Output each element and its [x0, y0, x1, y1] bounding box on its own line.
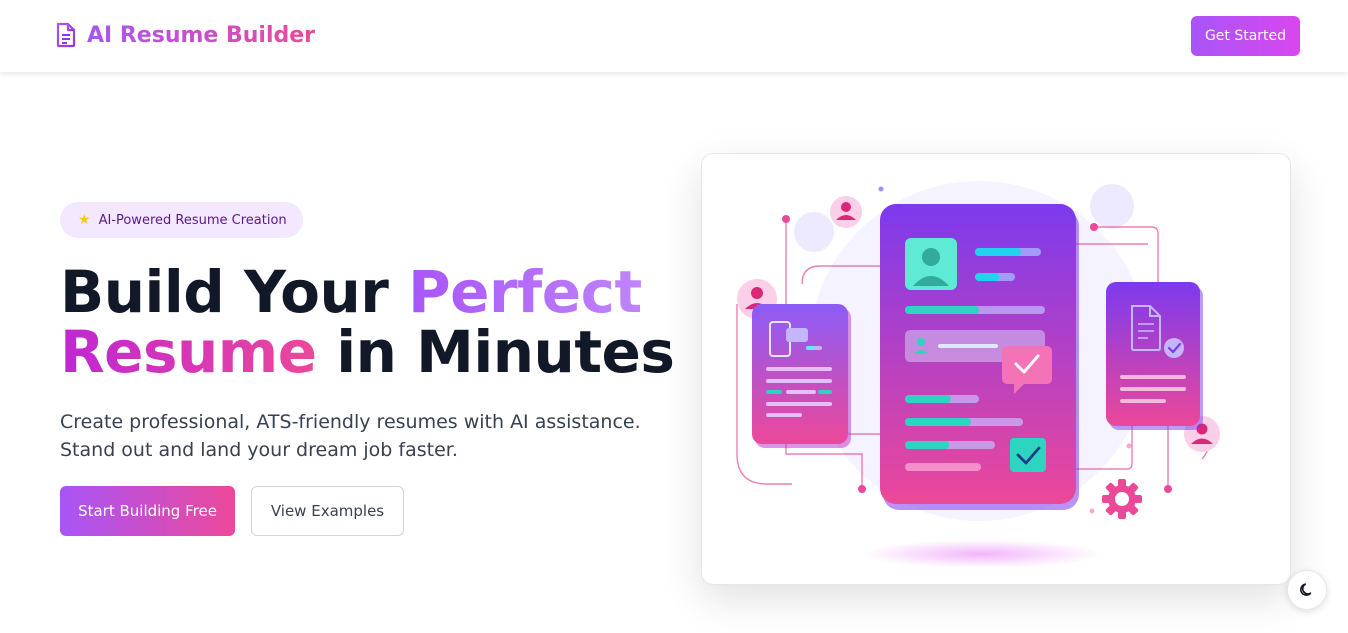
- title-part2: in Minutes: [316, 318, 675, 386]
- theme-toggle-button[interactable]: [1287, 570, 1327, 610]
- hero-title: Build Your Perfect Resume in Minutes: [60, 262, 680, 382]
- get-started-button[interactable]: Get Started: [1191, 16, 1300, 56]
- navbar: AI Resume Builder Get Started: [0, 0, 1348, 72]
- badge-text: AI-Powered Resume Creation: [98, 212, 287, 228]
- title-part1: Build Your: [60, 258, 409, 326]
- hero-badge: ★ AI-Powered Resume Creation: [60, 202, 303, 238]
- gear-icon: [1102, 479, 1142, 519]
- brand[interactable]: AI Resume Builder: [55, 22, 315, 48]
- resume-builder-illustration: [736, 181, 1220, 568]
- illustration-card: [701, 153, 1291, 585]
- star-icon: ★: [78, 212, 91, 228]
- hero-subtitle: Create professional, ATS-friendly resume…: [60, 411, 641, 461]
- document-check-icon: [1106, 282, 1203, 430]
- user-icon: [830, 196, 862, 228]
- title-highlight-perfect: Perfect: [408, 258, 642, 326]
- document-icon: [56, 22, 76, 48]
- title-highlight-resume: Resume: [60, 318, 317, 386]
- profile-icon: [905, 238, 957, 290]
- brand-name: AI Resume Builder: [87, 22, 316, 48]
- view-examples-button[interactable]: View Examples: [251, 486, 404, 536]
- phone-icon: [752, 304, 851, 448]
- start-building-button[interactable]: Start Building Free: [60, 486, 235, 536]
- moon-icon: [1300, 583, 1312, 596]
